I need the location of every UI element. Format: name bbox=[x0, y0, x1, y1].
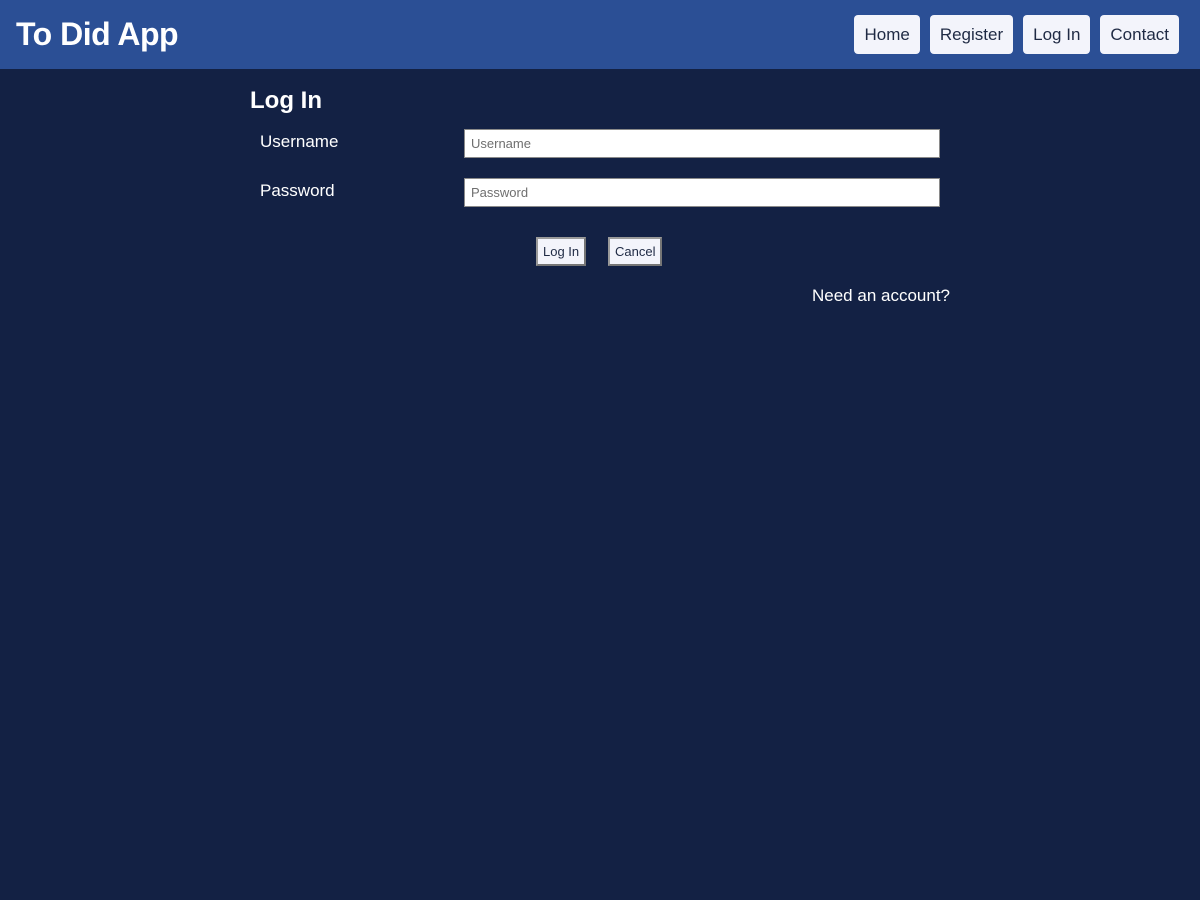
nav-login-button[interactable]: Log In bbox=[1023, 15, 1091, 54]
password-input[interactable] bbox=[464, 178, 940, 207]
need-account-link[interactable]: Need an account? bbox=[812, 285, 950, 307]
nav-register-button[interactable]: Register bbox=[929, 15, 1014, 54]
password-label: Password bbox=[260, 181, 335, 200]
cancel-button[interactable]: Cancel bbox=[608, 237, 663, 266]
nav-contact-button[interactable]: Contact bbox=[1100, 15, 1179, 54]
top-navigation-bar: To Did App Home Register Log In Contact bbox=[0, 0, 1200, 69]
main-nav: Home Register Log In Contact bbox=[854, 15, 1179, 54]
login-submit-button[interactable]: Log In bbox=[536, 237, 587, 266]
app-title: To Did App bbox=[16, 16, 179, 52]
username-label: Username bbox=[260, 132, 339, 151]
page-title: Log In bbox=[250, 87, 322, 114]
username-input[interactable] bbox=[464, 129, 940, 158]
nav-home-button[interactable]: Home bbox=[854, 15, 920, 54]
